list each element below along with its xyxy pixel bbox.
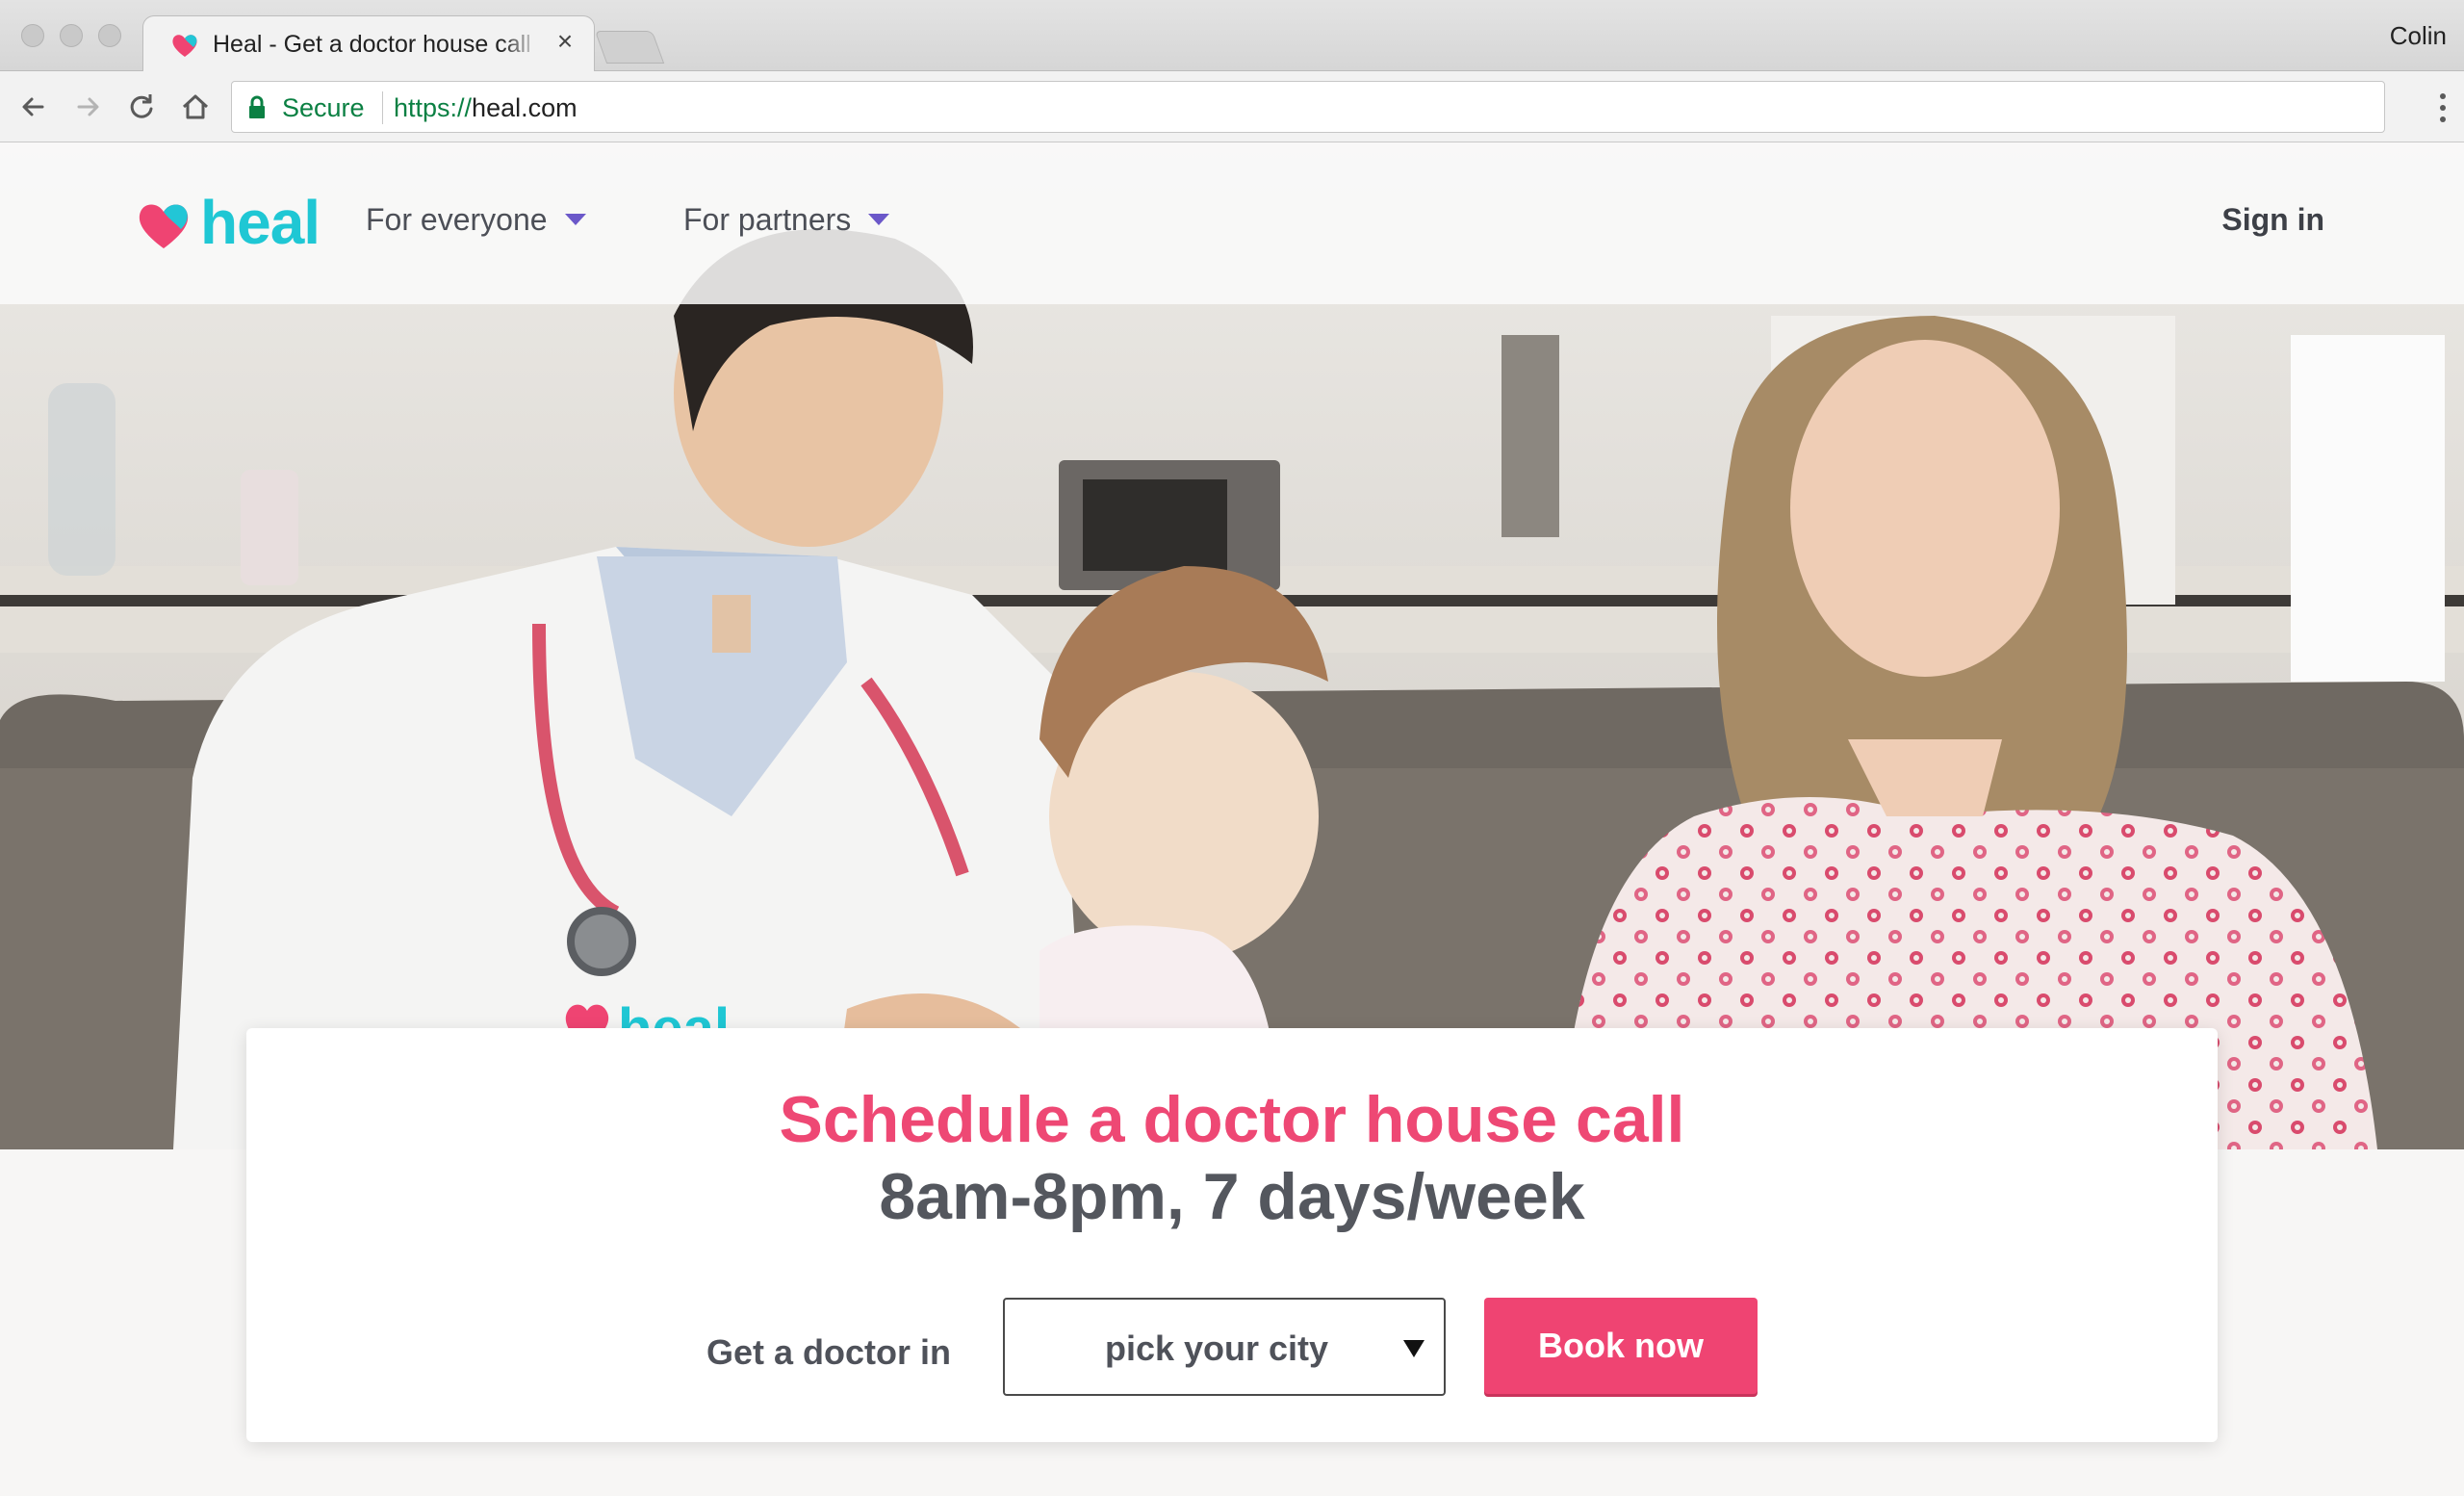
lock-icon	[249, 95, 265, 118]
url-scheme: https://	[394, 93, 473, 122]
nav-for-partners[interactable]: For partners	[683, 202, 890, 238]
url-text: https://heal.com	[394, 93, 578, 123]
city-select-value: pick your city	[1104, 1328, 1329, 1368]
forward-arrow-icon[interactable]	[67, 87, 108, 127]
book-now-button[interactable]: Book now	[1484, 1298, 1758, 1394]
url-host: heal.com	[472, 93, 578, 122]
browser-menu-icon[interactable]	[2437, 89, 2449, 127]
nav-for-everyone[interactable]: For everyone	[366, 202, 586, 238]
heart-logo-icon	[139, 204, 189, 248]
booking-headline: Schedule a doctor house call	[779, 1083, 1685, 1156]
address-bar[interactable]: Secure https://heal.com	[231, 81, 2385, 133]
booking-hours: 8am-8pm, 7 days/week	[879, 1160, 1585, 1233]
chevron-down-icon	[868, 213, 890, 225]
minimize-window-button[interactable]	[60, 24, 83, 47]
close-window-button[interactable]	[21, 24, 44, 47]
heal-logo[interactable]: heal	[135, 188, 327, 257]
tab-title: Heal - Get a doctor house call	[213, 31, 540, 59]
sign-in-link[interactable]: Sign in	[2221, 202, 2324, 238]
reload-icon[interactable]	[121, 87, 162, 127]
new-tab-button[interactable]	[594, 31, 665, 64]
booking-card: Schedule a doctor house call 8am-8pm, 7 …	[246, 1028, 2218, 1442]
site-header: heal For everyone For partners Sign in	[0, 142, 2464, 304]
tab-close-icon[interactable]: ×	[550, 26, 580, 57]
chevron-down-icon	[564, 213, 586, 225]
browser-toolbar: Secure https://heal.com	[0, 71, 2464, 142]
nav-for-partners-label: For partners	[683, 202, 852, 237]
back-arrow-icon[interactable]	[13, 87, 54, 127]
city-prompt-label: Get a doctor in	[706, 1332, 952, 1372]
tab-strip: Heal - Get a doctor house call × Colin	[0, 0, 2464, 73]
hero-photo: heal heal For everyone	[0, 142, 2464, 1149]
browser-tab[interactable]: Heal - Get a doctor house call ×	[142, 15, 595, 73]
page: heal heal For everyone	[0, 142, 2464, 1496]
secure-label: Secure	[282, 93, 365, 122]
address-divider	[382, 91, 383, 124]
browser-chrome: Heal - Get a doctor house call × Colin S…	[0, 0, 2464, 142]
dropdown-arrow-icon	[1403, 1340, 1424, 1357]
logo-text: heal	[200, 188, 321, 257]
profile-name[interactable]: Colin	[2390, 21, 2447, 51]
zoom-window-button[interactable]	[98, 24, 121, 47]
heal-favicon-icon	[172, 35, 197, 57]
nav-for-everyone-label: For everyone	[366, 202, 548, 237]
home-icon[interactable]	[175, 87, 216, 127]
city-select[interactable]: pick your city	[1003, 1298, 1446, 1396]
